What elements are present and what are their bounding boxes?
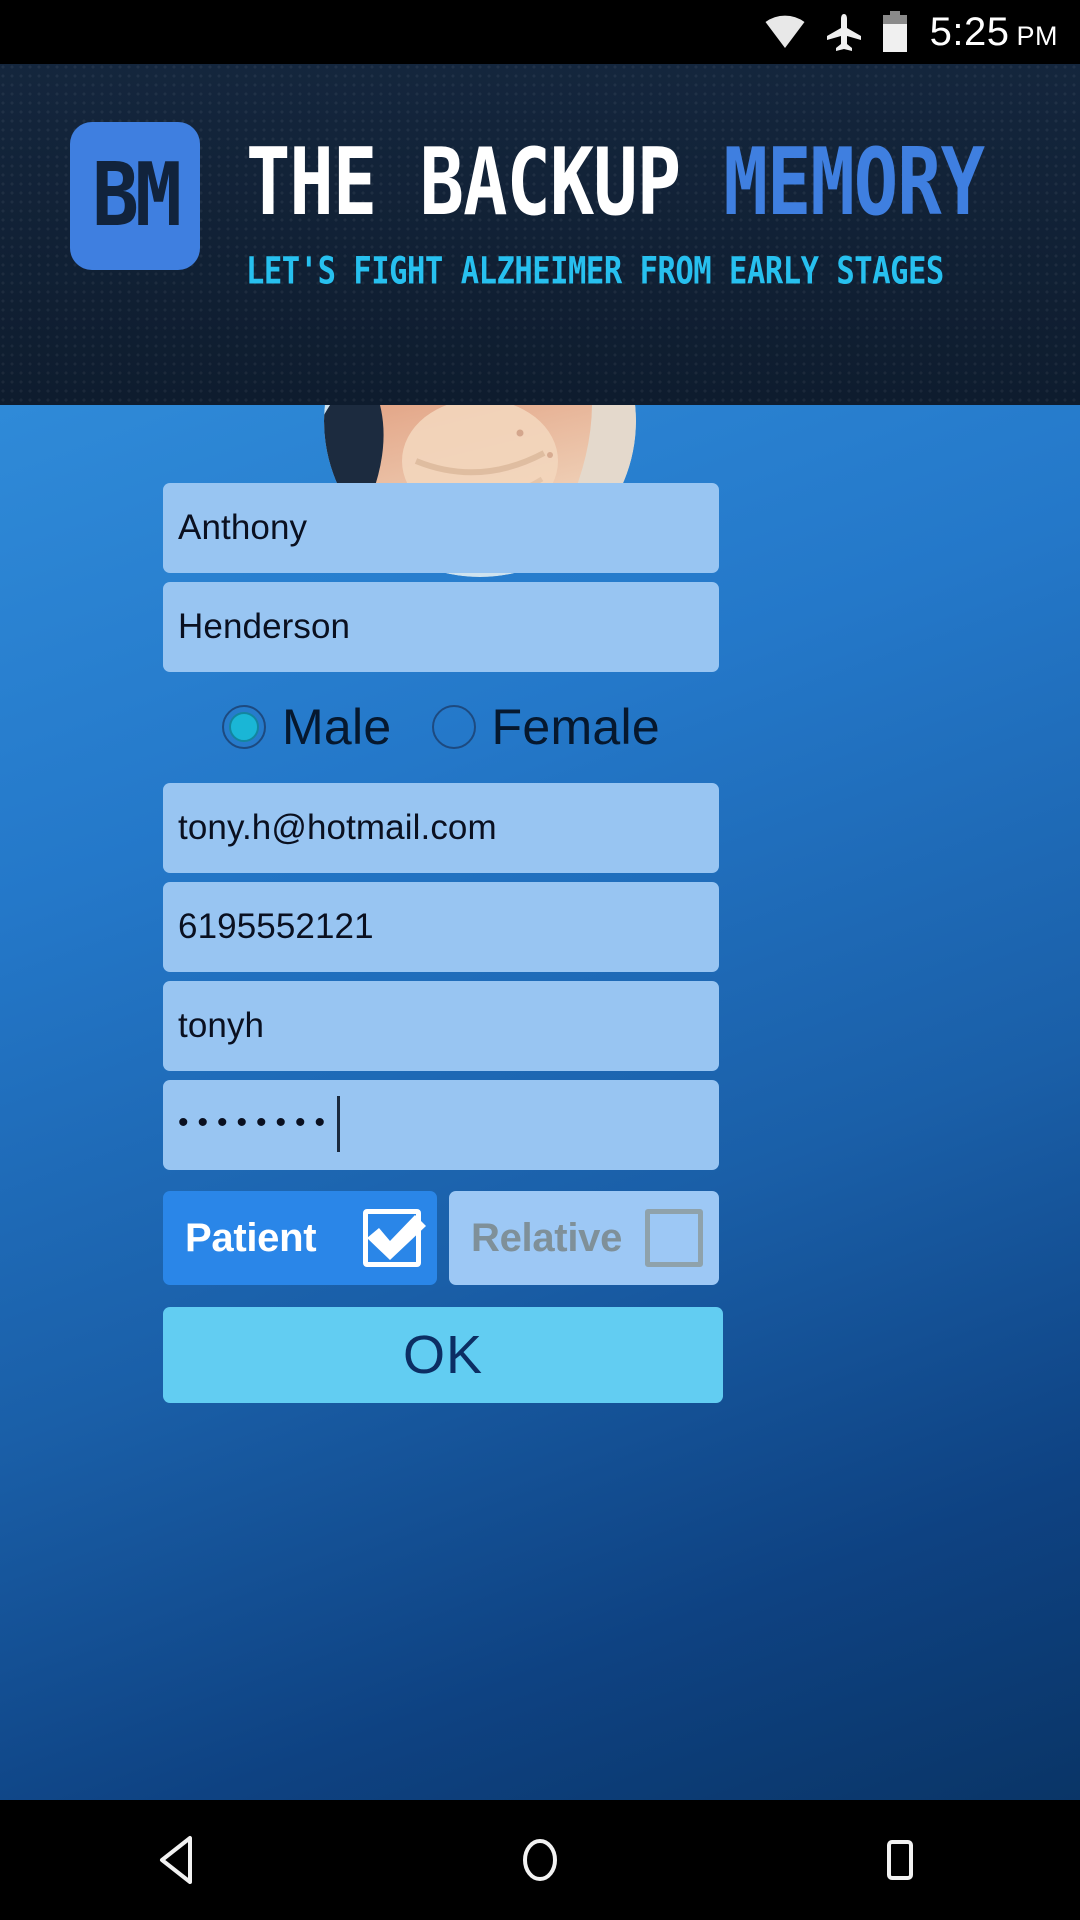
text-cursor [337, 1096, 341, 1152]
app-title-secondary: MEMORY [723, 127, 985, 237]
back-button[interactable] [120, 1800, 240, 1920]
form-fields: Anthony Henderson Male Female tony.h@hot… [163, 483, 723, 1403]
app-header-banner: BM THE BACKUP MEMORY LET'S FIGHT ALZHEIM… [0, 64, 1080, 405]
app-logo-text: BM [92, 145, 182, 247]
app-logo: BM [70, 122, 200, 270]
status-bar-clock: 5:25 PM [930, 10, 1058, 55]
phone-input[interactable]: 6195552121 [163, 882, 719, 972]
email-input[interactable]: tony.h@hotmail.com [163, 783, 719, 873]
username-input[interactable]: tonyh [163, 981, 719, 1071]
battery-icon [882, 11, 908, 53]
role-toggle-patient-label: Patient [185, 1215, 317, 1260]
app-root: 5:25 PM BM THE BACKUP MEMORY LET'S FIGHT… [0, 0, 1080, 1920]
role-toggle-patient[interactable]: Patient [163, 1191, 437, 1285]
radio-female[interactable] [431, 705, 476, 749]
checkbox-unchecked-icon[interactable] [645, 1209, 703, 1267]
app-title-primary: THE BACKUP [246, 127, 681, 237]
clock-time: 5:25 [929, 9, 1010, 54]
radio-female-label: Female [491, 699, 661, 755]
recents-button[interactable] [840, 1800, 960, 1920]
gender-option-male[interactable]: Male [221, 698, 392, 756]
radio-male[interactable] [221, 705, 266, 749]
clock-ampm: PM [1016, 20, 1058, 51]
role-toggle-relative-label: Relative [471, 1215, 623, 1260]
radio-male-label: Male [281, 699, 392, 755]
gender-radio-group: Male Female [163, 681, 719, 773]
registration-form-panel: Anthony Henderson Male Female tony.h@hot… [0, 405, 1080, 1800]
password-input[interactable]: •••••••• [163, 1080, 719, 1170]
brand-block: THE BACKUP MEMORY LET'S FIGHT ALZHEIMER … [246, 135, 985, 293]
wifi-icon [764, 15, 806, 49]
first-name-input[interactable]: Anthony [163, 483, 719, 573]
last-name-input[interactable]: Henderson [163, 582, 719, 672]
checkbox-checked-icon[interactable] [363, 1209, 426, 1267]
role-toggle-group: Patient Relative [163, 1191, 719, 1285]
password-masked-value: •••••••• [178, 1106, 335, 1139]
home-button[interactable] [480, 1800, 600, 1920]
system-nav-bar [0, 1800, 1080, 1920]
role-toggle-relative[interactable]: Relative [449, 1191, 719, 1285]
airplane-mode-icon [824, 12, 864, 52]
status-bar: 5:25 PM [0, 0, 1080, 64]
app-title: THE BACKUP MEMORY [246, 135, 985, 229]
gender-option-female[interactable]: Female [431, 698, 661, 756]
app-tagline: LET'S FIGHT ALZHEIMER FROM EARLY STAGES [246, 250, 944, 294]
ok-button[interactable]: OK [163, 1307, 723, 1403]
